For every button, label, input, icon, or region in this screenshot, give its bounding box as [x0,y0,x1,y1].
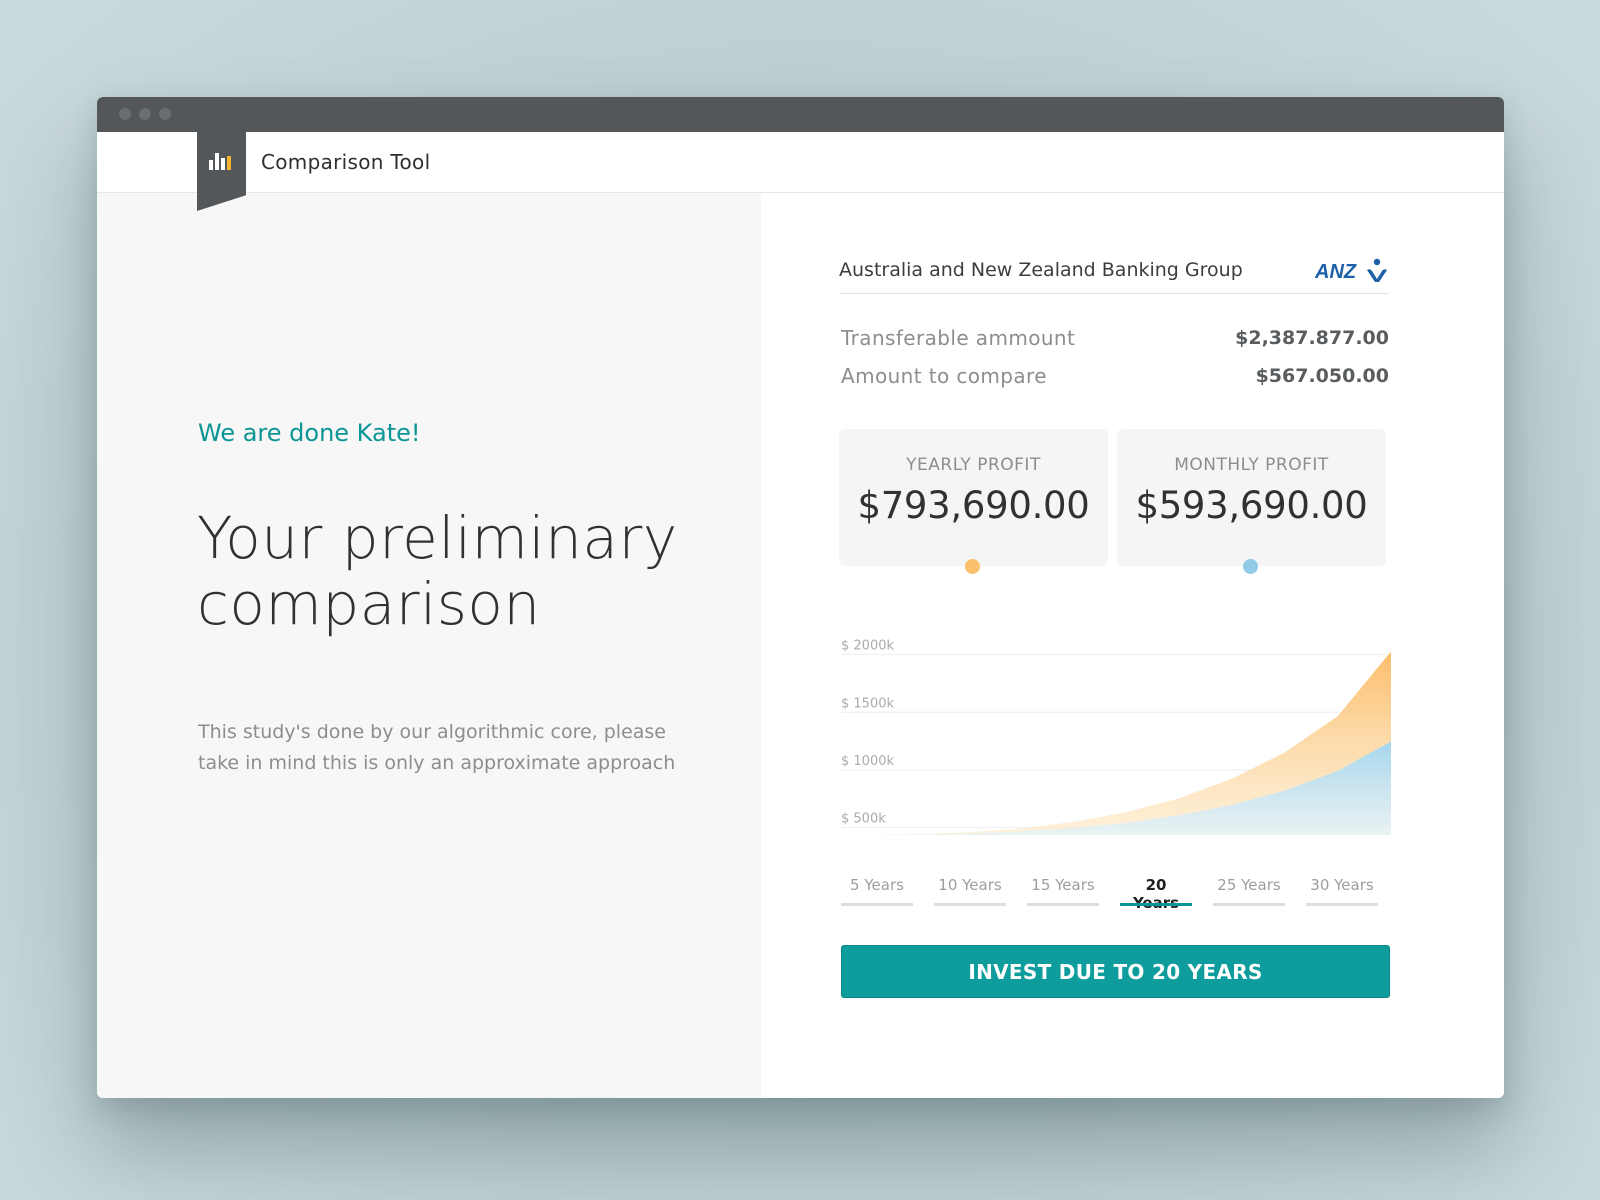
monthly-profit-value: $593,690.00 [1135,484,1368,527]
yearly-profit-card: YEARLY PROFIT $793,690.00 [839,429,1108,566]
compare-amount-row: Amount to compare $567.050.00 [841,364,1389,394]
window-titlebar [97,97,1504,132]
app-title: Comparison Tool [261,150,431,174]
invest-button[interactable]: INVEST DUE TO 20 YEARS [841,945,1390,998]
tab-label: 10 Years [938,876,1002,894]
window-minimize-dot[interactable] [139,108,151,120]
compare-amount-label: Amount to compare [841,364,1047,388]
tab-label: 15 Years [1031,876,1095,894]
y-tick-label: $ 1000k [841,754,894,769]
tab-label: 25 Years [1217,876,1281,894]
monthly-profit-card: MONTHLY PROFIT $593,690.00 [1117,429,1386,566]
tab-15-years[interactable]: 15 Years [1027,873,1099,913]
compare-amount-value: $567.050.00 [1255,365,1389,387]
tab-25-years[interactable]: 25 Years [1213,873,1285,913]
profit-area-chart: $ 2000k $ 1500k $ 1000k $ 500k [841,639,1391,835]
window-close-dot[interactable] [119,108,131,120]
duration-tabs: 5 Years 10 Years 15 Years 20 Years 25 Years 3… [841,873,1389,913]
tab-underline [1027,903,1099,906]
tab-30-years[interactable]: 30 Years [1306,873,1378,913]
transferable-amount-label: Transferable ammount [841,326,1076,350]
bar-chart-icon [209,152,235,170]
app-header: Comparison Tool [97,132,1504,211]
browser-window: Comparison Tool We are done Kate! Your p… [97,97,1504,1098]
tab-underline [1213,903,1285,906]
y-tick-label: $ 1500k [841,696,894,711]
yearly-profit-label: YEARLY PROFIT [906,455,1041,475]
transferable-amount-row: Transferable ammount $2,387.877.00 [841,326,1389,356]
tab-underline [841,903,913,906]
transferable-amount-value: $2,387.877.00 [1235,327,1389,349]
greeting-text: We are done Kate! [198,419,421,447]
bank-header: Australia and New Zealand Banking Group … [839,253,1389,294]
page-title-line-2: comparison [197,570,541,638]
bank-name: Australia and New Zealand Banking Group [839,259,1243,281]
page-title-line-1: Your preliminary [197,504,678,572]
tab-underline [1120,903,1192,906]
monthly-profit-label: MONTHLY PROFIT [1174,455,1329,475]
yearly-profit-value: $793,690.00 [857,484,1090,527]
anz-logo-text: ANZ [1315,261,1357,283]
page-title: Your preliminary comparison [197,505,717,637]
tab-label: 30 Years [1310,876,1374,894]
tab-label: 20 Years [1133,876,1179,912]
tab-10-years[interactable]: 10 Years [934,873,1006,913]
window-maximize-dot[interactable] [159,108,171,120]
tab-20-years[interactable]: 20 Years [1120,873,1192,913]
tab-underline [1306,903,1378,906]
description-text: This study's done by our algorithmic cor… [198,721,676,774]
tab-5-years[interactable]: 5 Years [841,873,913,913]
monthly-series-marker [1243,559,1258,574]
y-tick-label: $ 2000k [841,639,894,654]
tab-underline [934,903,1006,906]
tab-label: 5 Years [850,876,904,894]
yearly-series-marker [965,559,980,574]
y-tick-label: $ 500k [841,812,886,827]
results-panel: Australia and New Zealand Banking Group … [761,193,1504,1098]
anz-logo: ANZ [1315,258,1387,283]
intro-panel: We are done Kate! Your preliminary compa… [97,193,761,1098]
